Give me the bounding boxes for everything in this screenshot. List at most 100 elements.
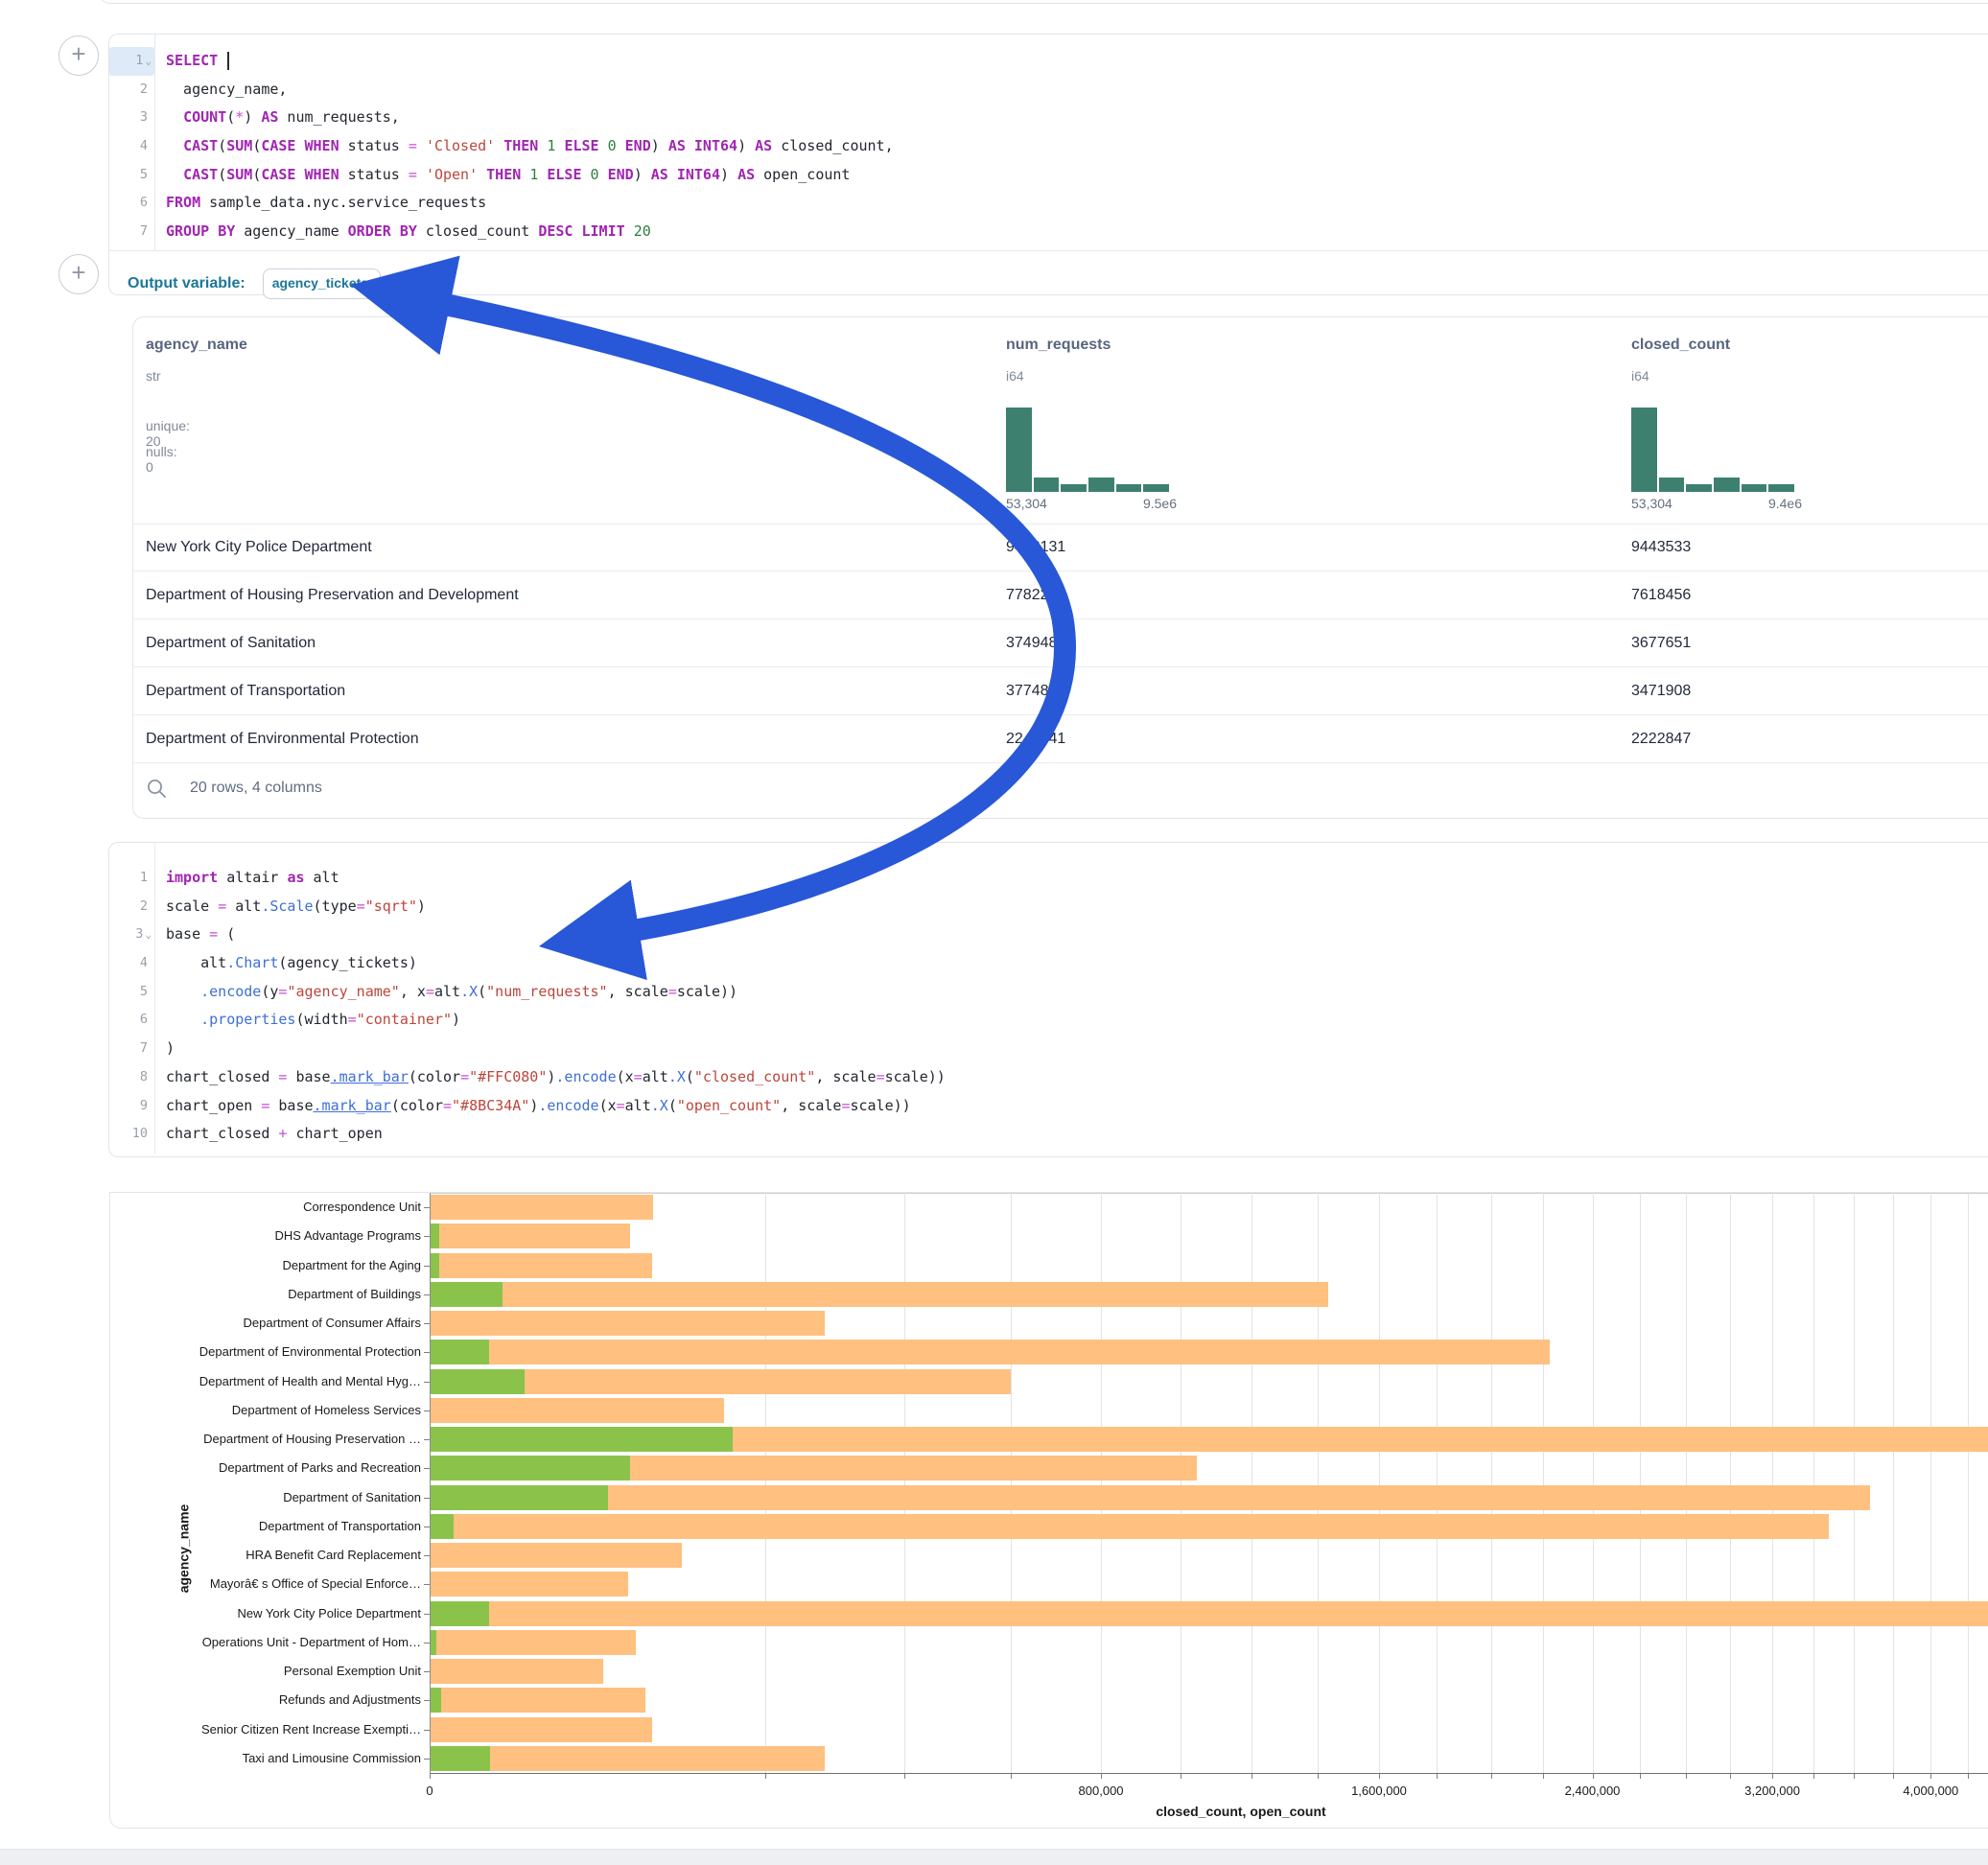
code-text: chart_closed = base.mark_bar(color="#FFC…: [154, 1063, 946, 1092]
y-axis-tick: [424, 1730, 430, 1731]
y-axis-tick: [424, 1671, 430, 1672]
gridline: [1930, 1193, 1931, 1773]
output-variable-label: Output variable:: [128, 275, 246, 292]
x-axis-tick-label: 800,000: [1079, 1783, 1124, 1798]
y-axis-label: Department of Health and Mental Hyg…: [110, 1374, 421, 1388]
code-text: FROM sample_data.nyc.service_requests: [154, 189, 486, 218]
bar-open-count: [431, 1601, 489, 1626]
code-text: .properties(width="container"): [154, 1006, 460, 1035]
table-row[interactable]: New York City Police Department945313194…: [133, 524, 1988, 571]
y-axis-label: Correspondence Unit: [110, 1200, 421, 1214]
y-axis-tick: [424, 1266, 430, 1267]
y-axis-label: Department of Environmental Protection: [110, 1344, 421, 1359]
python-code-editor[interactable]: 1import altair as alt2scale = alt.Scale(…: [109, 843, 1988, 1156]
search-icon[interactable]: [147, 779, 167, 804]
table-row[interactable]: Department of Housing Preservation and D…: [133, 571, 1988, 619]
previous-cell-bottom-edge: [99, 0, 1988, 4]
x-axis-tick-label: 2,400,000: [1565, 1783, 1621, 1798]
gridline: [1968, 1193, 1969, 1773]
y-axis-label: Mayorâ€ s Office of Special Enforce…: [110, 1576, 421, 1591]
column-type: i64: [1631, 368, 1649, 384]
y-axis-tick: [424, 1584, 430, 1585]
table-footer: 20 rows, 4 columns: [133, 759, 1988, 818]
python-line[interactable]: 2scale = alt.Scale(type="sqrt"): [109, 893, 1988, 921]
code-text: scale = alt.Scale(type="sqrt"): [154, 893, 426, 921]
gridline: [1543, 1193, 1544, 1773]
y-axis-tick: [424, 1759, 430, 1760]
code-text: SELECT: [154, 47, 229, 76]
y-axis-tick: [424, 1323, 430, 1324]
table-row[interactable]: Department of Environmental Protection22…: [133, 715, 1988, 763]
code-text: GROUP BY agency_name ORDER BY closed_cou…: [154, 218, 651, 246]
x-axis-tick: [1772, 1773, 1773, 1779]
sql-line[interactable]: 3 COUNT(*) AS num_requests,: [109, 104, 1988, 132]
sql-line[interactable]: 2 agency_name,: [109, 76, 1988, 105]
bar-open-count: [431, 1746, 490, 1771]
sql-line[interactable]: 1⌄SELECT: [109, 47, 1988, 76]
y-axis-label: Operations Unit - Department of Hom…: [110, 1635, 421, 1649]
gridline: [1437, 1193, 1438, 1773]
gridline: [1251, 1193, 1252, 1773]
table-cell: 7618456: [1631, 571, 1691, 618]
y-axis-label: Department of Housing Preservation …: [110, 1432, 421, 1446]
python-line[interactable]: 5 .encode(y="agency_name", x=alt.X("num_…: [109, 978, 1988, 1007]
column-histogram: [1006, 408, 1169, 492]
text-cursor: [227, 52, 229, 70]
y-axis-label: HRA Benefit Card Replacement: [110, 1548, 421, 1562]
add-cell-button-output[interactable]: +: [58, 254, 99, 294]
sql-line[interactable]: 7GROUP BY agency_name ORDER BY closed_co…: [109, 218, 1988, 246]
python-line[interactable]: 1import altair as alt: [109, 864, 1988, 893]
python-line[interactable]: 6 .properties(width="container"): [109, 1006, 1988, 1035]
bar-closed-count: [431, 1543, 682, 1568]
y-axis-label: Department of Consumer Affairs: [110, 1316, 421, 1330]
y-axis-tick: [424, 1207, 430, 1208]
gridline: [1772, 1193, 1773, 1773]
bar-open-count: [431, 1630, 436, 1655]
bar-closed-count: [431, 1717, 652, 1742]
sql-code-editor[interactable]: 1⌄SELECT 2 agency_name,3 COUNT(*) AS num…: [109, 35, 1988, 251]
add-cell-button-top[interactable]: +: [58, 35, 99, 76]
bar-closed-count: [431, 1485, 1870, 1510]
output-variable-pill[interactable]: agency_tickets: [263, 268, 381, 299]
y-axis-label: DHS Advantage Programs: [110, 1228, 421, 1243]
gridline: [904, 1193, 905, 1773]
python-line[interactable]: 8chart_closed = base.mark_bar(color="#FF…: [109, 1063, 1988, 1092]
gridline: [1011, 1193, 1012, 1773]
table-cell: 7782211: [1006, 571, 1064, 618]
python-line[interactable]: 3⌄base = (: [109, 921, 1988, 949]
sql-line[interactable]: 5 CAST(SUM(CASE WHEN status = 'Open' THE…: [109, 161, 1988, 190]
code-text: .encode(y="agency_name", x=alt.X("num_re…: [154, 978, 737, 1007]
y-axis-label: Senior Citizen Rent Increase Exempti…: [110, 1722, 421, 1737]
dataframe-preview: agency_namestrunique: 20nulls: 0num_requ…: [132, 316, 1988, 819]
y-axis-tick: [424, 1468, 430, 1469]
sql-line[interactable]: 4 CAST(SUM(CASE WHEN status = 'Closed' T…: [109, 132, 1988, 161]
python-line[interactable]: 7): [109, 1035, 1988, 1063]
bar-open-count: [431, 1369, 525, 1394]
column-name: agency_name: [146, 337, 247, 354]
y-axis-label: Refunds and Adjustments: [110, 1692, 421, 1707]
code-text: chart_closed + chart_open: [154, 1120, 383, 1149]
python-line[interactable]: 4 alt.Chart(agency_tickets): [109, 949, 1988, 978]
code-text: CAST(SUM(CASE WHEN status = 'Open' THEN …: [154, 161, 850, 190]
bar-open-count: [431, 1282, 503, 1307]
column-type: str: [146, 368, 161, 384]
code-text: ): [154, 1035, 175, 1063]
bar-open-count: [431, 1427, 733, 1452]
python-line[interactable]: 9chart_open = base.mark_bar(color="#8BC3…: [109, 1092, 1988, 1121]
sql-line[interactable]: 6FROM sample_data.nyc.service_requests: [109, 189, 1988, 218]
python-gutter-rail: [109, 843, 155, 1154]
output-variable-row: Output variable: agency_tickets: [128, 263, 1988, 305]
y-axis-label: Department of Buildings: [110, 1287, 421, 1301]
bar-open-count: [431, 1224, 439, 1248]
y-axis-label: Taxi and Limousine Commission: [110, 1751, 421, 1765]
python-line[interactable]: 10chart_closed + chart_open: [109, 1120, 1988, 1149]
page-bottom-band: [0, 1849, 1988, 1865]
bar-closed-count: [431, 1601, 1988, 1626]
code-text: base = (: [154, 921, 235, 949]
table-cell: 9453131: [1006, 524, 1065, 571]
table-row[interactable]: Department of Transportation377489234719…: [133, 667, 1988, 715]
column-histogram: [1631, 408, 1794, 492]
x-axis-tick: [1379, 1773, 1380, 1779]
y-axis-tick: [424, 1410, 430, 1411]
table-row[interactable]: Department of Sanitation37494853677651: [133, 619, 1988, 667]
